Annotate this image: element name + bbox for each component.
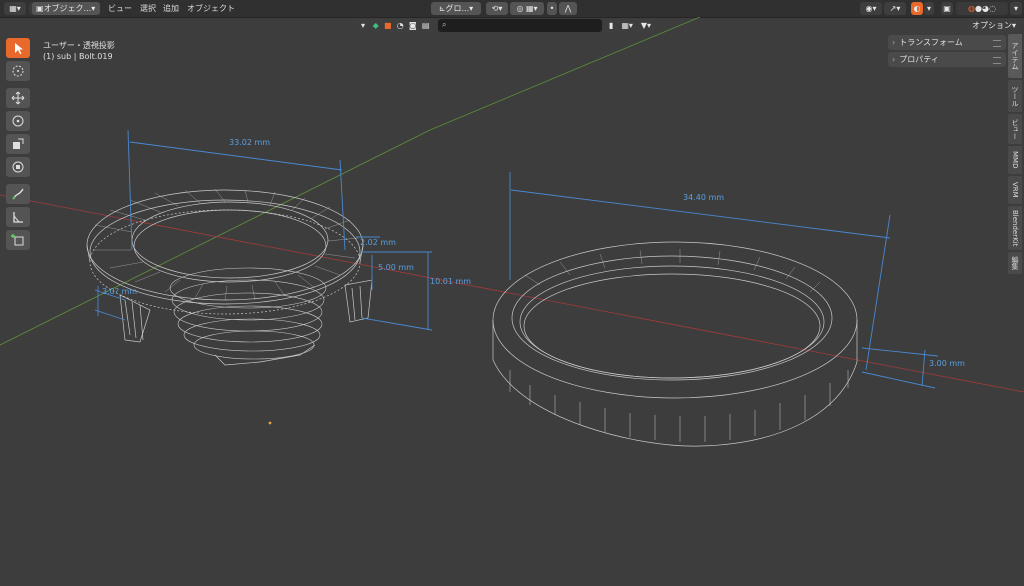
solid-shading-icon: ● bbox=[975, 4, 982, 13]
tab-view[interactable]: ビュー bbox=[1008, 114, 1022, 144]
tab-mmd[interactable]: MMD bbox=[1008, 146, 1022, 174]
origin-point bbox=[268, 421, 272, 425]
tab-tool[interactable]: ツール bbox=[1008, 80, 1022, 112]
chevron-down-icon: ▾ bbox=[91, 4, 96, 13]
eye-icon: ◉▾ bbox=[865, 4, 877, 13]
menu-select[interactable]: 選択 bbox=[140, 3, 156, 14]
pencil-icon bbox=[12, 188, 24, 200]
orientation-dropdown[interactable]: ⊾ グロ... ▾ bbox=[431, 2, 481, 15]
measure-label-ring-height: 3.00 mm bbox=[929, 359, 965, 368]
object-mode-icon: ▣ bbox=[36, 4, 44, 13]
transform-icon bbox=[12, 161, 24, 173]
gizmo-icon: ↗▾ bbox=[889, 4, 901, 13]
scale-tool-button[interactable] bbox=[6, 134, 30, 154]
visibility-dropdown[interactable]: ◉▾ bbox=[860, 2, 882, 15]
drag-grip-icon[interactable] bbox=[993, 57, 1001, 64]
drag-grip-icon[interactable] bbox=[993, 40, 1001, 47]
measure-label-flange-height: 5.00 mm bbox=[378, 263, 414, 272]
proportional-button[interactable]: • bbox=[547, 2, 557, 15]
shading-dropdown[interactable]: ▾ bbox=[1010, 2, 1022, 15]
add-cube-icon bbox=[11, 234, 24, 246]
measure-label-width-right: 34.40 mm bbox=[683, 193, 725, 202]
view-name-label: ユーザー・透視投影 bbox=[43, 41, 115, 50]
move-tool-button[interactable] bbox=[6, 88, 30, 108]
axis-icon: ⊾ bbox=[438, 4, 446, 13]
overlay-button[interactable]: ◐ bbox=[911, 2, 923, 15]
move-arrows-icon bbox=[11, 91, 25, 105]
overlay-icon: ◐ bbox=[913, 4, 921, 13]
scale-icon bbox=[13, 138, 24, 149]
gizmo-dropdown[interactable]: ↗▾ bbox=[884, 2, 906, 15]
rotate-icon bbox=[12, 115, 24, 127]
properties-panel-header[interactable]: › プロパティ bbox=[888, 52, 1006, 67]
chevron-down-icon: ▾ bbox=[469, 4, 474, 13]
shading-group[interactable]: ◍ ● ◕ ◌ bbox=[956, 2, 1008, 15]
knurled-ring-model[interactable] bbox=[492, 241, 858, 447]
cursor-tool-button[interactable] bbox=[6, 61, 30, 81]
falloff-button[interactable]: ⋀ bbox=[559, 2, 577, 15]
tab-blenderkit[interactable]: BlenderKit bbox=[1008, 206, 1022, 250]
snap-icon: ◎ ▦▾ bbox=[516, 4, 538, 13]
add-cube-tool-button[interactable] bbox=[6, 230, 30, 250]
rotate-tool-button[interactable] bbox=[6, 111, 30, 131]
transform-panel-header[interactable]: › トランスフォーム bbox=[888, 35, 1006, 50]
mode-dropdown[interactable]: ▣ オブジェク... ▾ bbox=[32, 2, 100, 15]
xray-button[interactable]: ▣ bbox=[941, 2, 953, 15]
annotate-tool-button[interactable] bbox=[6, 184, 30, 204]
menu-object[interactable]: オブジェクト bbox=[187, 3, 235, 14]
3d-cursor-icon bbox=[12, 65, 24, 77]
measure-tool-button[interactable] bbox=[6, 207, 30, 227]
editor-type-button[interactable]: ▦▾ bbox=[4, 2, 26, 15]
menu-add[interactable]: 追加 bbox=[163, 3, 179, 14]
tab-item[interactable]: アイテム bbox=[1008, 34, 1022, 78]
tab-edit[interactable]: 編集 bbox=[1008, 252, 1022, 274]
y-axis-line-far bbox=[429, 17, 701, 131]
measure-label-width-left: 33.02 mm bbox=[229, 138, 271, 147]
menu-view[interactable]: ビュー bbox=[108, 3, 132, 14]
chevron-right-icon: › bbox=[892, 38, 896, 47]
cursor-arrow-icon bbox=[15, 43, 23, 54]
xray-icon: ▣ bbox=[943, 4, 951, 13]
object-info-label: (1) sub | Bolt.019 bbox=[43, 52, 113, 61]
chevron-right-icon: › bbox=[892, 55, 896, 64]
measure-label-clip: 3.0? mm bbox=[102, 287, 138, 296]
measure-label-lip: 2.02 mm bbox=[360, 238, 396, 247]
transform-tool-button[interactable] bbox=[6, 157, 30, 177]
pivot-icon: ⟲▾ bbox=[491, 4, 503, 13]
ruler-icon bbox=[13, 212, 23, 223]
rendered-shading-icon: ◌ bbox=[988, 4, 996, 13]
threaded-flange-model[interactable] bbox=[86, 188, 373, 366]
tab-vrm[interactable]: VRM bbox=[1008, 176, 1022, 204]
chevron-down-icon: ▾ bbox=[1013, 4, 1018, 13]
material-shading-icon: ◕ bbox=[982, 4, 989, 13]
viewport-header: ▦▾ ■ ◧◨◩ ▣ オブジェク... ▾ ビュー 選択 追加 オブジェクト ⊾… bbox=[0, 0, 1024, 18]
measure-label-total-height: 10.01 mm bbox=[430, 277, 472, 286]
pivot-dropdown[interactable]: ⟲▾ bbox=[486, 2, 508, 15]
select-tool-button[interactable] bbox=[6, 38, 30, 58]
wireframe-shading-icon: ◍ bbox=[968, 4, 976, 13]
x-axis-line bbox=[0, 194, 1024, 393]
falloff-icon: ⋀ bbox=[564, 4, 572, 13]
dot-icon: • bbox=[549, 4, 555, 13]
overlay-dropdown[interactable]: ▾ bbox=[924, 2, 934, 15]
snap-dropdown[interactable]: ◎ ▦▾ bbox=[510, 2, 544, 15]
view3d-icon: ▦▾ bbox=[9, 4, 21, 13]
viewport-canvas[interactable] bbox=[0, 17, 1024, 586]
chevron-down-icon: ▾ bbox=[926, 4, 931, 13]
